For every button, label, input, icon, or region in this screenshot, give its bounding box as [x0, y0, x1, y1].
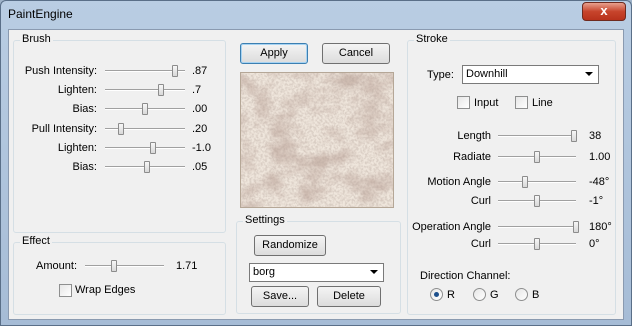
channel-radio-label: B: [532, 289, 540, 301]
effect-group-title: Effect: [20, 235, 52, 247]
stroke-row-slider[interactable]: [498, 176, 576, 188]
amount-label: Amount:: [36, 260, 77, 272]
stroke-row-value: 1.00: [589, 151, 611, 163]
brush-row-slider-thumb[interactable]: [143, 161, 150, 173]
stroke-row-slider-thumb[interactable]: [521, 176, 528, 188]
title-bar[interactable]: PaintEngine x: [1, 1, 631, 27]
brush-row-slider-thumb[interactable]: [118, 123, 124, 135]
brush-row-slider[interactable]: [105, 103, 185, 115]
brush-row-slider[interactable]: [105, 123, 185, 135]
stroke-row-label: Length: [457, 130, 491, 142]
stroke-row-label: Curl: [470, 195, 491, 207]
brush-row-slider[interactable]: [105, 161, 185, 173]
stroke-row-slider-thumb[interactable]: [570, 130, 577, 142]
stroke-row-value: -48°: [589, 176, 610, 188]
brush-row-label: Lighten:: [57, 142, 97, 154]
apply-button[interactable]: Apply: [240, 43, 308, 64]
brush-row-value: -1.0: [192, 142, 211, 154]
brush-row-label: Lighten:: [57, 84, 97, 96]
channel-radio-label: G: [490, 289, 499, 301]
preset-select-value: borg: [253, 266, 276, 278]
stroke-row-slider[interactable]: [498, 221, 579, 233]
stroke-row-label: Motion Angle: [427, 176, 491, 188]
brush-row-slider[interactable]: [105, 142, 185, 154]
brush-row-label: Pull Intensity:: [31, 123, 97, 135]
brush-row-label: Push Intensity:: [24, 65, 97, 77]
dialog-body: Brush Push Intensity: .87 Lighten: .7 Bias:.…: [8, 29, 624, 320]
brush-row-slider-thumb[interactable]: [158, 84, 164, 96]
brush-group-title: Brush: [20, 33, 53, 45]
channel-radio-b[interactable]: [515, 288, 528, 301]
stroke-row-slider-thumb[interactable]: [534, 238, 540, 250]
close-button[interactable]: x: [582, 2, 626, 21]
wrap-edges-checkbox[interactable]: [59, 284, 72, 297]
input-checkbox[interactable]: [457, 96, 470, 109]
line-checkbox[interactable]: [515, 96, 528, 109]
stroke-row-slider-thumb[interactable]: [534, 151, 540, 163]
amount-slider[interactable]: [85, 260, 164, 272]
randomize-button[interactable]: Randomize: [254, 235, 326, 256]
effect-group: Effect: [13, 235, 226, 315]
line-label: Line: [532, 97, 553, 109]
stroke-type-value: Downhill: [466, 68, 508, 80]
window-title: PaintEngine: [8, 7, 73, 21]
stroke-group-title: Stroke: [414, 33, 450, 45]
delete-button[interactable]: Delete: [317, 286, 381, 307]
direction-channel-label: Direction Channel:: [420, 270, 511, 282]
stroke-row-label: Radiate: [453, 151, 491, 163]
stroke-type-label: Type:: [427, 69, 454, 81]
chevron-down-icon: [370, 270, 378, 274]
wrap-edges-label: Wrap Edges: [75, 284, 136, 296]
cancel-button[interactable]: Cancel: [322, 43, 390, 64]
brush-row-value: .20: [192, 123, 208, 135]
preview-texture: [241, 73, 393, 207]
preset-select[interactable]: borg: [249, 263, 384, 282]
stroke-row-value: 180°: [589, 221, 612, 233]
save-button[interactable]: Save...: [251, 286, 309, 307]
brush-row-slider[interactable]: [105, 84, 185, 96]
stroke-row-value: 38: [589, 130, 602, 142]
brush-row-label: Bias:: [72, 161, 97, 173]
preview-image: [240, 72, 394, 208]
brush-row-value: .05: [192, 161, 208, 173]
channel-radio-label: R: [447, 289, 455, 301]
amount-slider-thumb[interactable]: [111, 260, 118, 272]
stroke-row-slider[interactable]: [498, 238, 576, 250]
stroke-row-label: Curl: [470, 238, 491, 250]
channel-radio-g[interactable]: [473, 288, 486, 301]
channel-radio-r[interactable]: [430, 288, 443, 301]
brush-row-slider-thumb[interactable]: [150, 142, 156, 154]
stroke-row-value: 0°: [589, 238, 600, 250]
stroke-row-slider-thumb[interactable]: [573, 221, 579, 233]
brush-row-value: .87: [192, 65, 208, 77]
stroke-row-slider[interactable]: [498, 151, 576, 163]
stroke-row-value: -1°: [589, 195, 604, 207]
brush-row-value: .7: [192, 84, 202, 96]
stroke-row-label: Operation Angle: [412, 221, 491, 233]
paintengine-window: PaintEngine x Brush Push Intensity: .87 Li…: [0, 0, 632, 326]
chevron-down-icon: [585, 72, 593, 76]
stroke-type-select[interactable]: Downhill: [462, 65, 599, 84]
stroke-row-slider[interactable]: [498, 130, 577, 142]
brush-row-slider[interactable]: [105, 65, 185, 77]
settings-group-title: Settings: [243, 214, 287, 226]
brush-row-slider-thumb[interactable]: [142, 103, 148, 115]
close-icon: x: [600, 3, 608, 18]
brush-row-value: .00: [192, 103, 208, 115]
input-label: Input: [474, 97, 499, 109]
brush-row-slider-thumb[interactable]: [171, 65, 178, 77]
brush-row-label: Bias:: [72, 103, 97, 115]
stroke-row-slider-thumb[interactable]: [534, 195, 540, 207]
amount-value: 1.71: [176, 260, 198, 272]
stroke-row-slider[interactable]: [498, 195, 576, 207]
